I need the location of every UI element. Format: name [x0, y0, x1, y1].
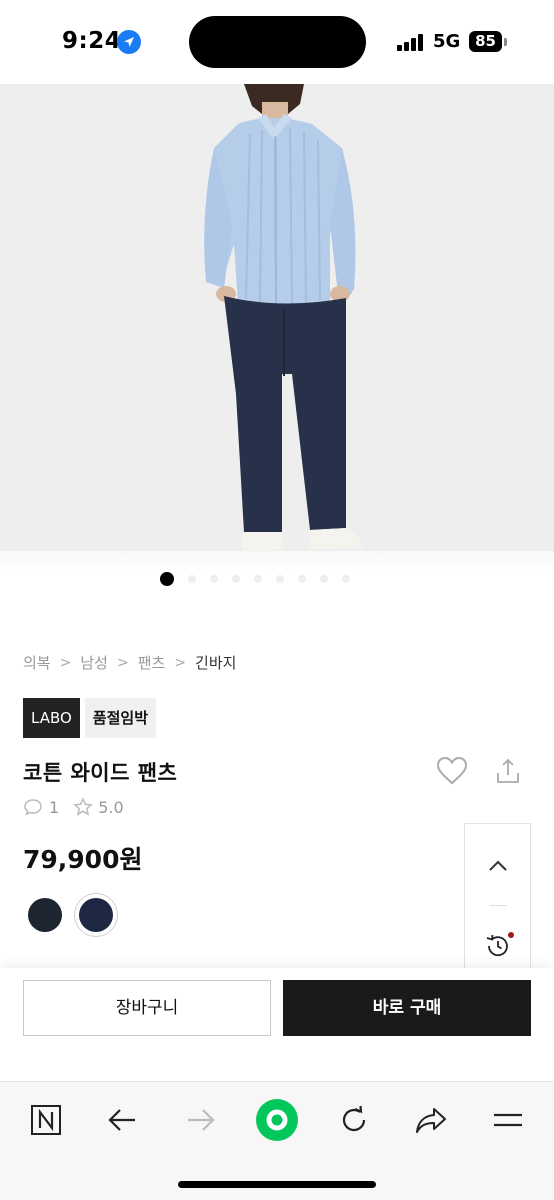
back-arrow-icon [108, 1109, 135, 1131]
pagination-dot[interactable] [276, 575, 284, 583]
back-button[interactable] [101, 1100, 145, 1140]
breadcrumb: 의복 > 남성 > 팬츠 > 긴바지 [23, 652, 236, 673]
location-arrow-icon [117, 30, 141, 54]
chevron-right-icon: > [59, 654, 72, 671]
naver-n-icon [31, 1105, 61, 1135]
browser-nav-bar [0, 1081, 554, 1200]
wishlist-heart-button[interactable] [436, 756, 468, 786]
review-rating-row[interactable]: 1 5.0 [23, 797, 124, 817]
home-button[interactable] [255, 1099, 299, 1141]
color-swatch-option-selected[interactable] [79, 898, 113, 932]
product-badges: LABO 품절임박 [23, 698, 156, 738]
star-icon [73, 797, 93, 816]
product-price: 79,900원 [23, 845, 143, 874]
pagination-dot[interactable] [320, 575, 328, 583]
breadcrumb-item[interactable]: 팬츠 [138, 652, 166, 673]
refresh-icon [342, 1105, 366, 1132]
purchase-action-bar: 장바구니 바로 구매 [0, 968, 554, 1081]
color-swatch-option[interactable] [28, 898, 62, 932]
pagination-dot[interactable] [342, 575, 350, 583]
battery-level: 85 [469, 31, 502, 52]
product-title: 코튼 와이드 팬츠 [23, 761, 178, 785]
rating-value: 5.0 [98, 797, 124, 817]
naver-n-button[interactable] [24, 1100, 68, 1140]
brand-badge[interactable]: LABO [23, 698, 80, 738]
share-page-button[interactable] [409, 1100, 453, 1140]
share-upload-icon [497, 758, 519, 783]
model-photo [0, 84, 554, 551]
pagination-dot[interactable] [298, 575, 306, 583]
forward-button[interactable] [178, 1100, 222, 1140]
pagination-dot[interactable] [160, 572, 174, 586]
home-green-icon [256, 1099, 298, 1141]
forward-arrow-icon [188, 1109, 215, 1131]
cellular-signal-icon [397, 34, 424, 51]
chevron-right-icon: > [116, 654, 129, 671]
network-type: 5G [433, 31, 461, 52]
divider [490, 905, 507, 906]
image-pagination[interactable] [160, 572, 350, 586]
notification-dot [508, 932, 514, 938]
menu-button[interactable] [486, 1100, 530, 1140]
battery-tip-icon [504, 38, 507, 46]
product-image[interactable] [0, 84, 554, 551]
pagination-dot[interactable] [210, 575, 218, 583]
image-bottom-fade [0, 551, 554, 571]
pagination-dot[interactable] [232, 575, 240, 583]
home-indicator [178, 1181, 376, 1188]
chevron-right-icon: > [174, 654, 187, 671]
buy-now-button[interactable]: 바로 구매 [283, 980, 531, 1036]
status-bar: 9:24 5G 85 [0, 0, 554, 84]
breadcrumb-item[interactable]: 남성 [80, 652, 108, 673]
scroll-top-button[interactable] [486, 854, 510, 882]
floating-quick-menu [464, 823, 531, 973]
add-to-cart-button[interactable]: 장바구니 [23, 980, 271, 1036]
chevron-up-icon [489, 860, 507, 871]
review-count: 1 [49, 797, 60, 817]
stock-status-badge: 품절임박 [84, 698, 156, 738]
share-arrow-icon [416, 1108, 446, 1133]
menu-icon [494, 1113, 522, 1127]
breadcrumb-item-current[interactable]: 긴바지 [195, 652, 236, 673]
status-time: 9:24 [62, 28, 122, 54]
comment-bubble-icon [24, 799, 42, 816]
pagination-dot[interactable] [188, 575, 196, 583]
heart-icon [436, 756, 468, 785]
refresh-button[interactable] [332, 1100, 376, 1140]
pagination-dot[interactable] [254, 575, 262, 583]
breadcrumb-item[interactable]: 의복 [23, 652, 51, 673]
share-button[interactable] [495, 757, 521, 785]
dynamic-island [189, 16, 366, 68]
